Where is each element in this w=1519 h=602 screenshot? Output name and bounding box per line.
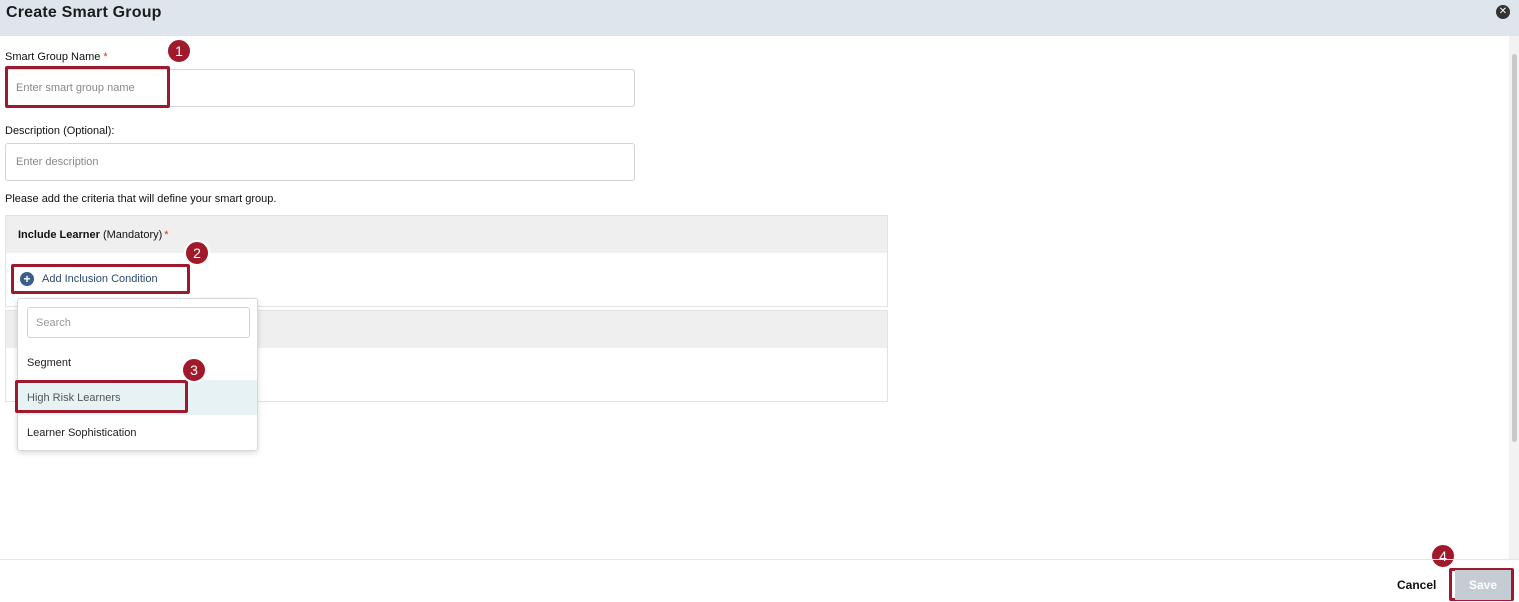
required-mark: * — [103, 51, 108, 63]
footer-divider — [0, 559, 1519, 560]
callout-badge-2: 2 — [184, 240, 210, 266]
required-mark: * — [164, 228, 169, 241]
name-label-text: Smart Group Name — [5, 51, 101, 63]
callout-box-1 — [5, 66, 170, 108]
callout-badge-3: 3 — [181, 357, 207, 383]
dropdown-search-input[interactable]: Search — [27, 307, 250, 338]
include-learner-mandatory: (Mandatory) — [102, 228, 163, 241]
dropdown-item-learner-sophistication[interactable]: Learner Sophistication — [18, 415, 257, 450]
description-label: Description (Optional): — [5, 125, 115, 137]
callout-badge-4: 4 — [1430, 543, 1456, 569]
dialog-header: Create Smart Group ✕ — [0, 0, 1519, 36]
name-label: Smart Group Name * — [5, 51, 108, 63]
dialog-title: Create Smart Group — [6, 4, 162, 21]
dropdown-item-segment[interactable]: Segment — [18, 345, 257, 380]
save-button[interactable]: Save — [1455, 570, 1511, 600]
callout-box-3 — [15, 380, 188, 413]
include-learner-title: Include Learner — [18, 228, 100, 241]
description-placeholder: Enter description — [16, 156, 99, 168]
include-learner-header: Include Learner (Mandatory) * — [6, 216, 887, 253]
close-icon[interactable]: ✕ — [1496, 5, 1510, 19]
condition-dropdown: Search Segment High Risk Learners Learne… — [17, 298, 258, 451]
cancel-button[interactable]: Cancel — [1397, 578, 1436, 592]
dropdown-search-placeholder: Search — [36, 316, 71, 329]
description-input[interactable]: Enter description — [5, 143, 635, 181]
scrollbar-thumb[interactable] — [1512, 54, 1517, 442]
callout-badge-1: 1 — [166, 38, 192, 64]
criteria-instructions: Please add the criteria that will define… — [5, 193, 277, 205]
callout-box-2 — [11, 264, 190, 294]
